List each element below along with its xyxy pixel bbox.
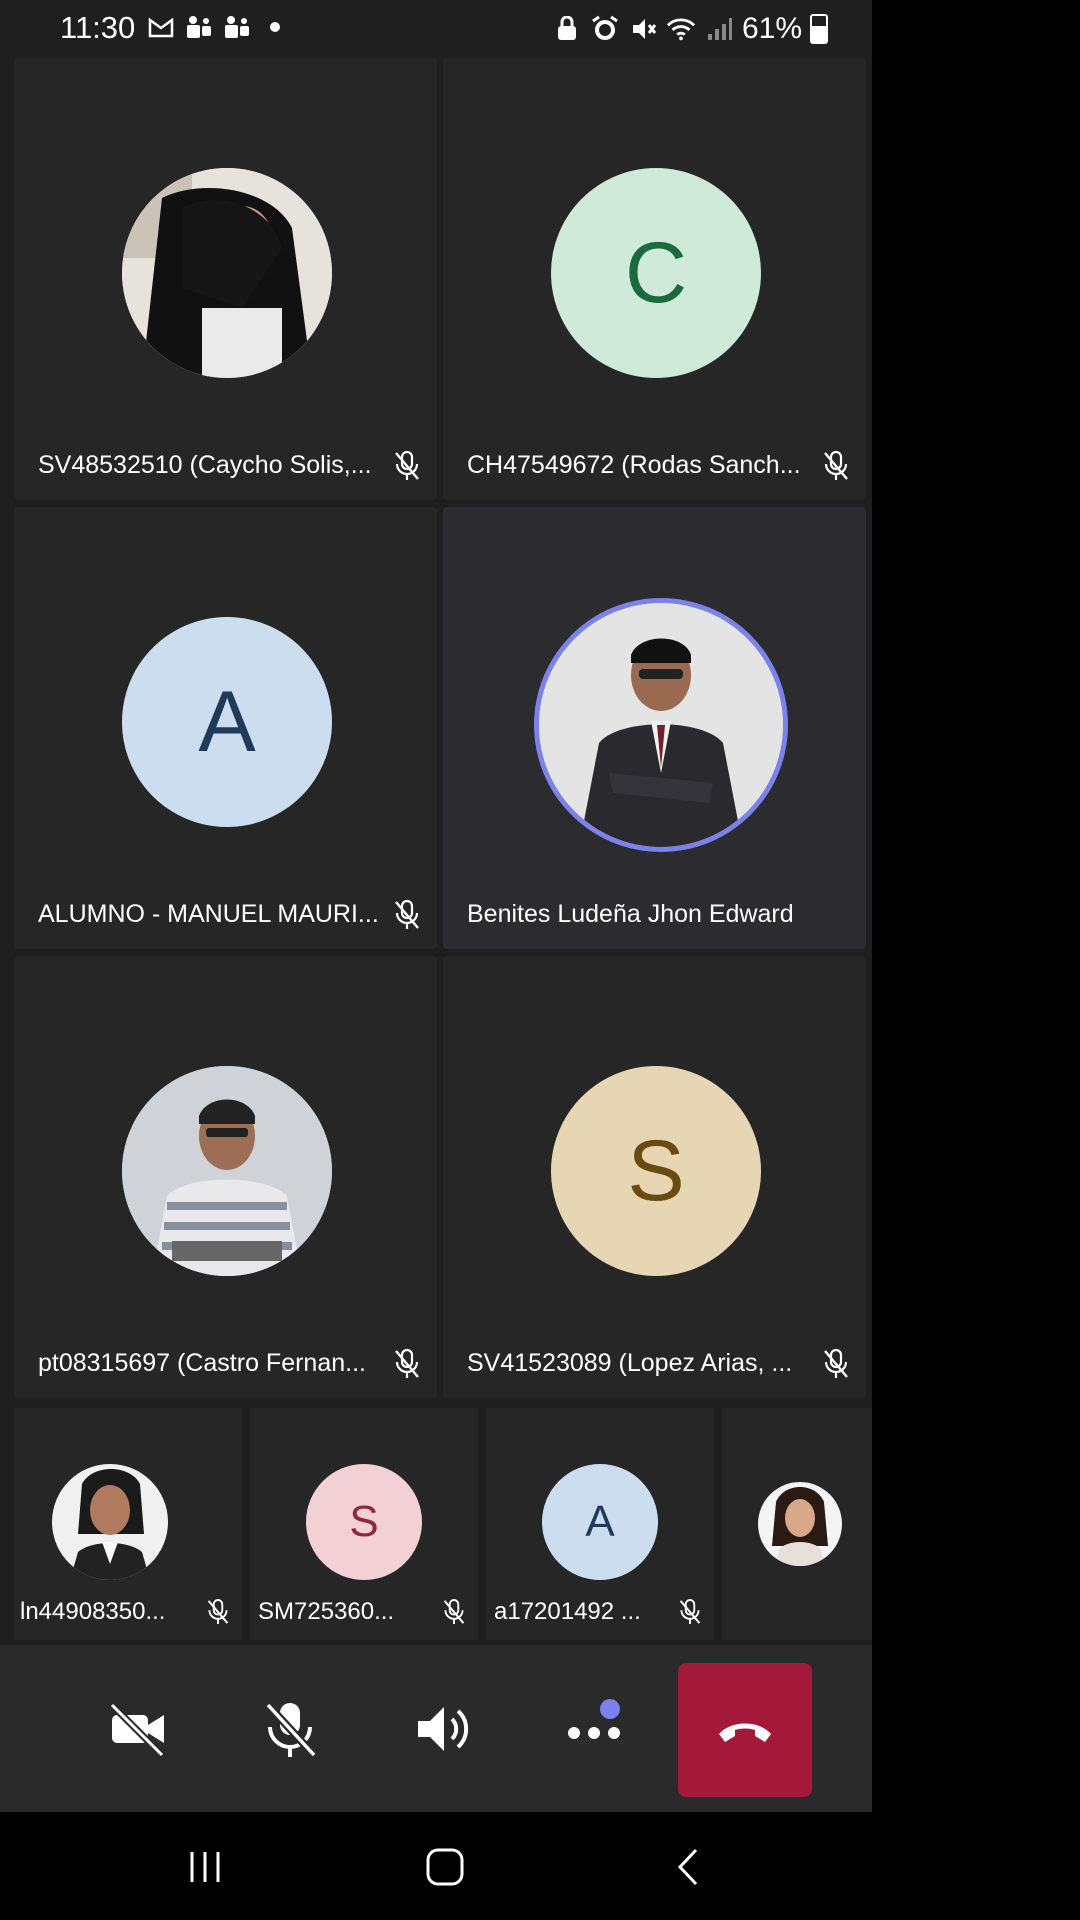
participant-initial: C (551, 168, 761, 378)
participant-photo (52, 1464, 168, 1580)
teams-icon (184, 12, 214, 42)
participant-name: SV41523089 (Lopez Arias, ... (467, 1349, 793, 1377)
participant-name: a17201492 ... (494, 1598, 641, 1625)
participant-name: Benites Ludeña Jhon Edward (467, 900, 794, 928)
notification-icons (146, 12, 290, 42)
participant-name: CH47549672 (Rodas Sanch... (467, 451, 801, 479)
mic-off-icon (443, 1599, 465, 1624)
wifi-icon (666, 14, 696, 44)
participant-tile-speaking[interactable]: Benites Ludeña Jhon Edward (443, 507, 866, 949)
alarm-icon (590, 14, 620, 44)
participant-tile-small[interactable] (722, 1408, 872, 1640)
participant-initial: A (122, 617, 332, 827)
participant-tile[interactable]: S SV41523089 (Lopez Arias, ... (443, 956, 866, 1398)
participant-tile[interactable]: SV48532510 (Caycho Solis,... (14, 58, 437, 500)
system-nav-bar (0, 1812, 1080, 1920)
mic-off-icon (207, 1599, 229, 1624)
participant-initial: S (306, 1464, 422, 1580)
mic-off-icon[interactable] (258, 1697, 322, 1761)
mute-icon (628, 14, 658, 44)
status-time: 11:30 (60, 10, 136, 45)
participant-tile-small[interactable]: S SM725360... (250, 1408, 478, 1640)
notification-dot (600, 1699, 620, 1719)
mic-off-icon (395, 899, 419, 929)
participant-name: ALUMNO - MANUEL MAURI... (38, 900, 379, 928)
back-icon[interactable] (664, 1842, 714, 1892)
mic-off-icon (395, 1348, 419, 1378)
participant-tile-small[interactable]: A a17201492 ... (486, 1408, 714, 1640)
participant-name: SM725360... (258, 1598, 395, 1625)
gmail-icon (146, 12, 176, 42)
participant-strip: ln44908350... S SM725360... A a17201492 … (14, 1408, 872, 1640)
camera-off-icon[interactable] (106, 1697, 170, 1761)
system-icons: 61% (552, 12, 828, 46)
participant-photo (122, 168, 332, 378)
participant-tile[interactable]: C CH47549672 (Rodas Sanch... (443, 58, 866, 500)
participant-initial: S (551, 1066, 761, 1276)
participant-photo (758, 1482, 842, 1566)
teams-icon-2 (222, 12, 252, 42)
call-controls (0, 1645, 872, 1812)
signal-icon (704, 14, 734, 44)
participant-photo (539, 603, 783, 847)
hangup-icon (719, 1723, 771, 1742)
mic-off-icon (679, 1599, 701, 1624)
battery-icon (810, 14, 828, 44)
battery-percent: 61% (741, 12, 802, 45)
participant-photo (122, 1066, 332, 1276)
recent-apps-icon[interactable] (180, 1842, 230, 1892)
participant-name: pt08315697 (Castro Fernan... (38, 1349, 366, 1377)
meeting-screen: 11:30 61% SV48532510 (Caycho Solis,... C… (0, 0, 872, 1812)
home-icon[interactable] (420, 1842, 470, 1892)
hangup-button[interactable] (678, 1663, 812, 1797)
dot-icon (260, 12, 290, 42)
speaker-icon[interactable] (410, 1697, 474, 1761)
participant-initial: A (542, 1464, 658, 1580)
mic-off-icon (824, 450, 848, 480)
participant-name: ln44908350... (20, 1598, 166, 1625)
participant-name: SV48532510 (Caycho Solis,... (38, 451, 372, 479)
participant-tile[interactable]: pt08315697 (Castro Fernan... (14, 956, 437, 1398)
participant-tile[interactable]: A ALUMNO - MANUEL MAURI... (14, 507, 437, 949)
lock-icon (552, 14, 582, 44)
status-bar: 11:30 61% (0, 0, 872, 58)
mic-off-icon (395, 450, 419, 480)
participant-tile-small[interactable]: ln44908350... (14, 1408, 242, 1640)
mic-off-icon (824, 1348, 848, 1378)
